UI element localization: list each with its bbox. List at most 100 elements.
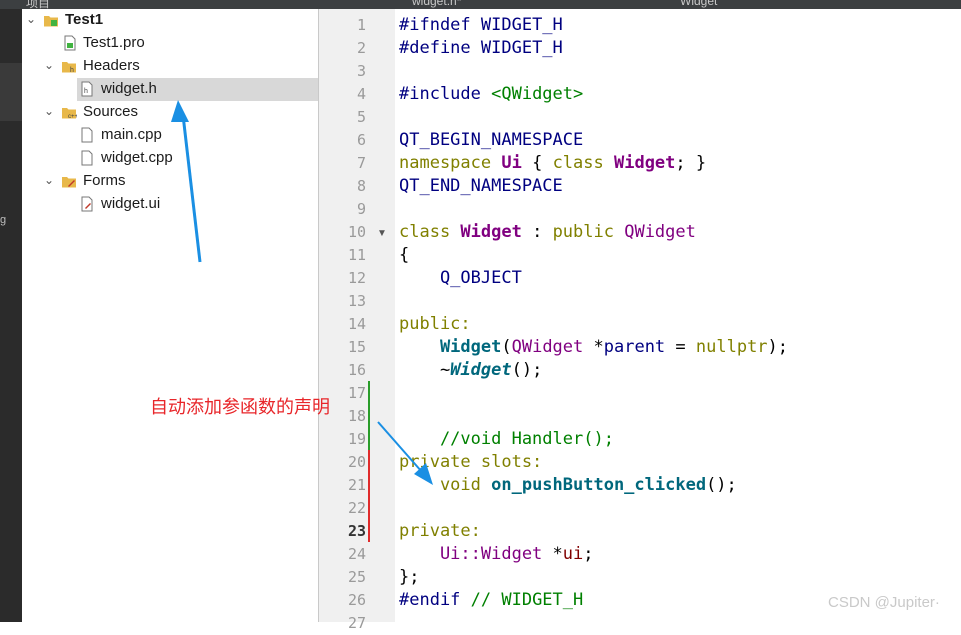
- code-line: #endif // WIDGET_H: [399, 589, 583, 612]
- chevron-down-icon[interactable]: ⌄: [44, 104, 56, 118]
- line-number: 12: [347, 269, 366, 287]
- project-tree: ⌄ Test1 Test1.pro ⌄ h Headers h widget.h…: [22, 9, 318, 622]
- token: *: [583, 337, 604, 357]
- token: ui: [562, 544, 584, 564]
- chevron-down-icon[interactable]: ⌄: [44, 58, 56, 72]
- line-number: 19: [347, 430, 366, 448]
- tree-item-label: Forms: [83, 172, 126, 189]
- code-line: #define WIDGET_H: [399, 37, 563, 60]
- code-line: {: [399, 244, 409, 267]
- tree-item-headers[interactable]: ⌄ h Headers: [22, 55, 318, 78]
- token: //void Handler();: [399, 429, 614, 449]
- line-number: 16: [347, 361, 366, 379]
- tree-item-widget-h[interactable]: h widget.h: [77, 78, 318, 101]
- tree-item-main-cpp[interactable]: main.cpp: [22, 124, 318, 147]
- token: WIDGET_H: [470, 38, 563, 58]
- line-number: 9: [356, 200, 366, 218]
- tree-item-label: Sources: [83, 103, 139, 120]
- line-number: 4: [356, 85, 366, 103]
- code-line: namespace Ui { class Widget; }: [399, 152, 706, 175]
- code-line: private slots:: [399, 451, 542, 474]
- token: class: [399, 222, 451, 242]
- token: #ifndef: [399, 15, 471, 35]
- editor-tab[interactable]: widget.h*: [412, 0, 461, 8]
- tree-item-label: Headers: [83, 57, 140, 74]
- line-number: 14: [347, 315, 366, 333]
- token: parent: [603, 337, 666, 357]
- line-number: 20: [347, 453, 366, 471]
- token: public: [552, 222, 614, 242]
- code-line: public:: [399, 313, 471, 336]
- token: QWidget: [511, 337, 584, 357]
- tree-item-label: widget.cpp: [101, 149, 173, 166]
- token: <QWidget>: [480, 84, 584, 104]
- token: Widget: [450, 222, 522, 242]
- tree-item-widget-cpp[interactable]: widget.cpp: [22, 147, 318, 170]
- token: namespace: [399, 153, 492, 173]
- tree-item-label: Test1.pro: [83, 34, 145, 51]
- tree-item-widget-ui[interactable]: widget.ui: [22, 193, 318, 216]
- current-line-number: 23: [347, 522, 366, 540]
- fold-arrow-icon[interactable]: ▼: [377, 228, 387, 239]
- line-number: 8: [356, 177, 366, 195]
- cpp-file-icon: [81, 127, 93, 143]
- code-line: Widget(QWidget *parent = nullptr);: [399, 336, 788, 359]
- headers-folder-icon: h: [62, 62, 76, 74]
- token: ~: [399, 360, 451, 380]
- token: QWidget: [613, 222, 696, 242]
- line-number: 15: [347, 338, 366, 356]
- token: private slots:: [399, 452, 543, 472]
- svg-text:h: h: [84, 88, 88, 95]
- top-toolbar: 项目 widget.h* Widget: [0, 0, 961, 9]
- line-number: 25: [347, 568, 366, 586]
- tree-item-pro[interactable]: Test1.pro: [22, 32, 318, 55]
- code-line: ~Widget();: [399, 359, 542, 382]
- line-number: 24: [347, 545, 366, 563]
- line-number: 3: [356, 62, 366, 80]
- token: #define: [399, 38, 471, 58]
- tree-item-test1[interactable]: ⌄ Test1: [22, 9, 318, 32]
- code-line: #include <QWidget>: [399, 83, 583, 106]
- code-line: //void Handler();: [399, 428, 614, 451]
- chevron-down-icon[interactable]: ⌄: [44, 173, 56, 187]
- tree-item-forms[interactable]: ⌄ Forms: [22, 170, 318, 193]
- token: // WIDGET_H: [460, 590, 584, 610]
- code-line: private:: [399, 520, 481, 543]
- added-lines-marker: [368, 381, 370, 450]
- line-number: 5: [356, 108, 366, 126]
- token: Ui: [491, 153, 522, 173]
- svg-text:h: h: [70, 67, 74, 74]
- tree-item-label: Test1: [65, 11, 104, 28]
- line-number: 27: [347, 614, 366, 632]
- token: *: [542, 544, 563, 564]
- token: Widget: [603, 153, 676, 173]
- token: QT_END_NAMESPACE: [399, 176, 563, 196]
- chevron-down-icon[interactable]: ⌄: [26, 12, 38, 26]
- code-line: Q_OBJECT: [399, 267, 522, 290]
- code-line: void on_pushButton_clicked();: [399, 474, 737, 497]
- mode-sidebar: g: [0, 9, 22, 622]
- token: };: [399, 567, 420, 587]
- token: );: [767, 337, 789, 357]
- line-number: 7: [356, 154, 366, 172]
- tree-item-sources[interactable]: ⌄ c++ Sources: [22, 101, 318, 124]
- token: Widget: [450, 360, 512, 380]
- line-number: 10: [347, 223, 366, 241]
- annotation-label: 自动添加参函数的声明: [150, 397, 330, 418]
- token: =: [665, 337, 696, 357]
- token: :: [521, 222, 553, 242]
- code-line: class Widget : public QWidget: [399, 221, 696, 244]
- active-mode-highlight[interactable]: [0, 63, 22, 121]
- token: WIDGET_H: [470, 15, 563, 35]
- project-panel-title: 项目: [26, 0, 51, 9]
- code-line: #ifndef WIDGET_H: [399, 14, 563, 37]
- code-line: };: [399, 566, 419, 589]
- line-number: 11: [347, 246, 366, 264]
- token: (: [501, 337, 512, 357]
- code-line: QT_END_NAMESPACE: [399, 175, 563, 198]
- line-number: 22: [347, 499, 366, 517]
- modified-lines-marker: [368, 450, 370, 542]
- svg-text:c++: c++: [68, 114, 77, 120]
- line-number: 13: [347, 292, 366, 310]
- symbol-selector[interactable]: Widget: [680, 0, 717, 8]
